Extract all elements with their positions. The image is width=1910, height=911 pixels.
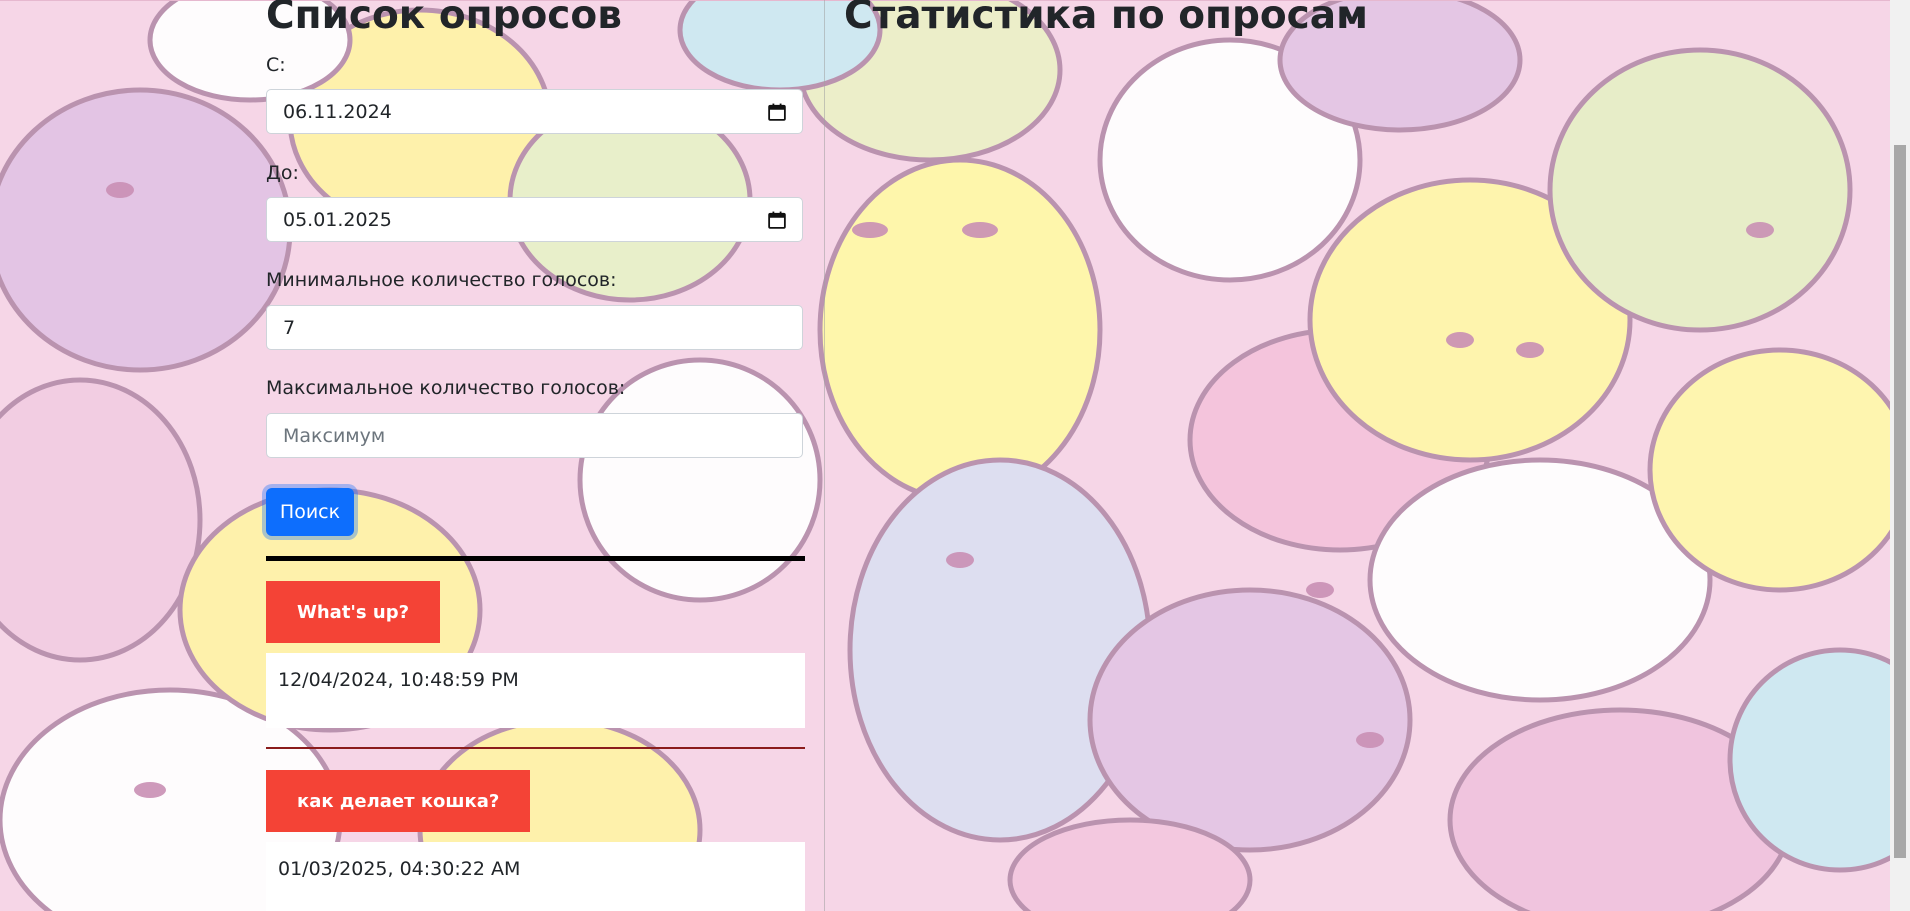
from-date-value: 06.11.2024 xyxy=(283,101,392,123)
poll-card: 01/03/2025, 04:30:22 AM xyxy=(266,842,805,911)
from-label: С: xyxy=(266,54,286,76)
poll-date: 12/04/2024, 10:48:59 PM xyxy=(278,669,519,691)
column-divider xyxy=(824,0,825,911)
max-votes-input[interactable]: Максимум xyxy=(266,413,803,458)
min-votes-label: Минимальное количество голосов: xyxy=(266,269,617,291)
max-votes-placeholder: Максимум xyxy=(283,425,386,447)
poll-card: 12/04/2024, 10:48:59 PM xyxy=(266,653,805,728)
to-label: До: xyxy=(266,162,299,184)
to-date-value: 05.01.2025 xyxy=(283,209,392,231)
to-date-input[interactable]: 05.01.2025 xyxy=(266,197,803,242)
search-button[interactable]: Поиск xyxy=(266,488,354,536)
min-votes-value: 7 xyxy=(283,317,296,339)
poll-title-button[interactable]: как делает кошка? xyxy=(266,770,531,832)
from-date-input[interactable]: 06.11.2024 xyxy=(266,89,803,134)
stats-title: Статистика по опросам xyxy=(844,0,1368,38)
poll-title-button[interactable]: What's up? xyxy=(266,581,441,643)
scrollbar-thumb[interactable] xyxy=(1894,145,1906,858)
min-votes-input[interactable]: 7 xyxy=(266,305,803,350)
poll-date: 01/03/2025, 04:30:22 AM xyxy=(278,858,521,880)
scrollbar[interactable] xyxy=(1890,0,1910,911)
calendar-icon[interactable] xyxy=(768,103,786,121)
divider xyxy=(266,556,805,561)
max-votes-label: Максимальное количество голосов: xyxy=(266,377,626,399)
page-title: Список опросов xyxy=(266,0,622,38)
calendar-icon[interactable] xyxy=(768,211,786,229)
poll-divider xyxy=(266,747,805,749)
